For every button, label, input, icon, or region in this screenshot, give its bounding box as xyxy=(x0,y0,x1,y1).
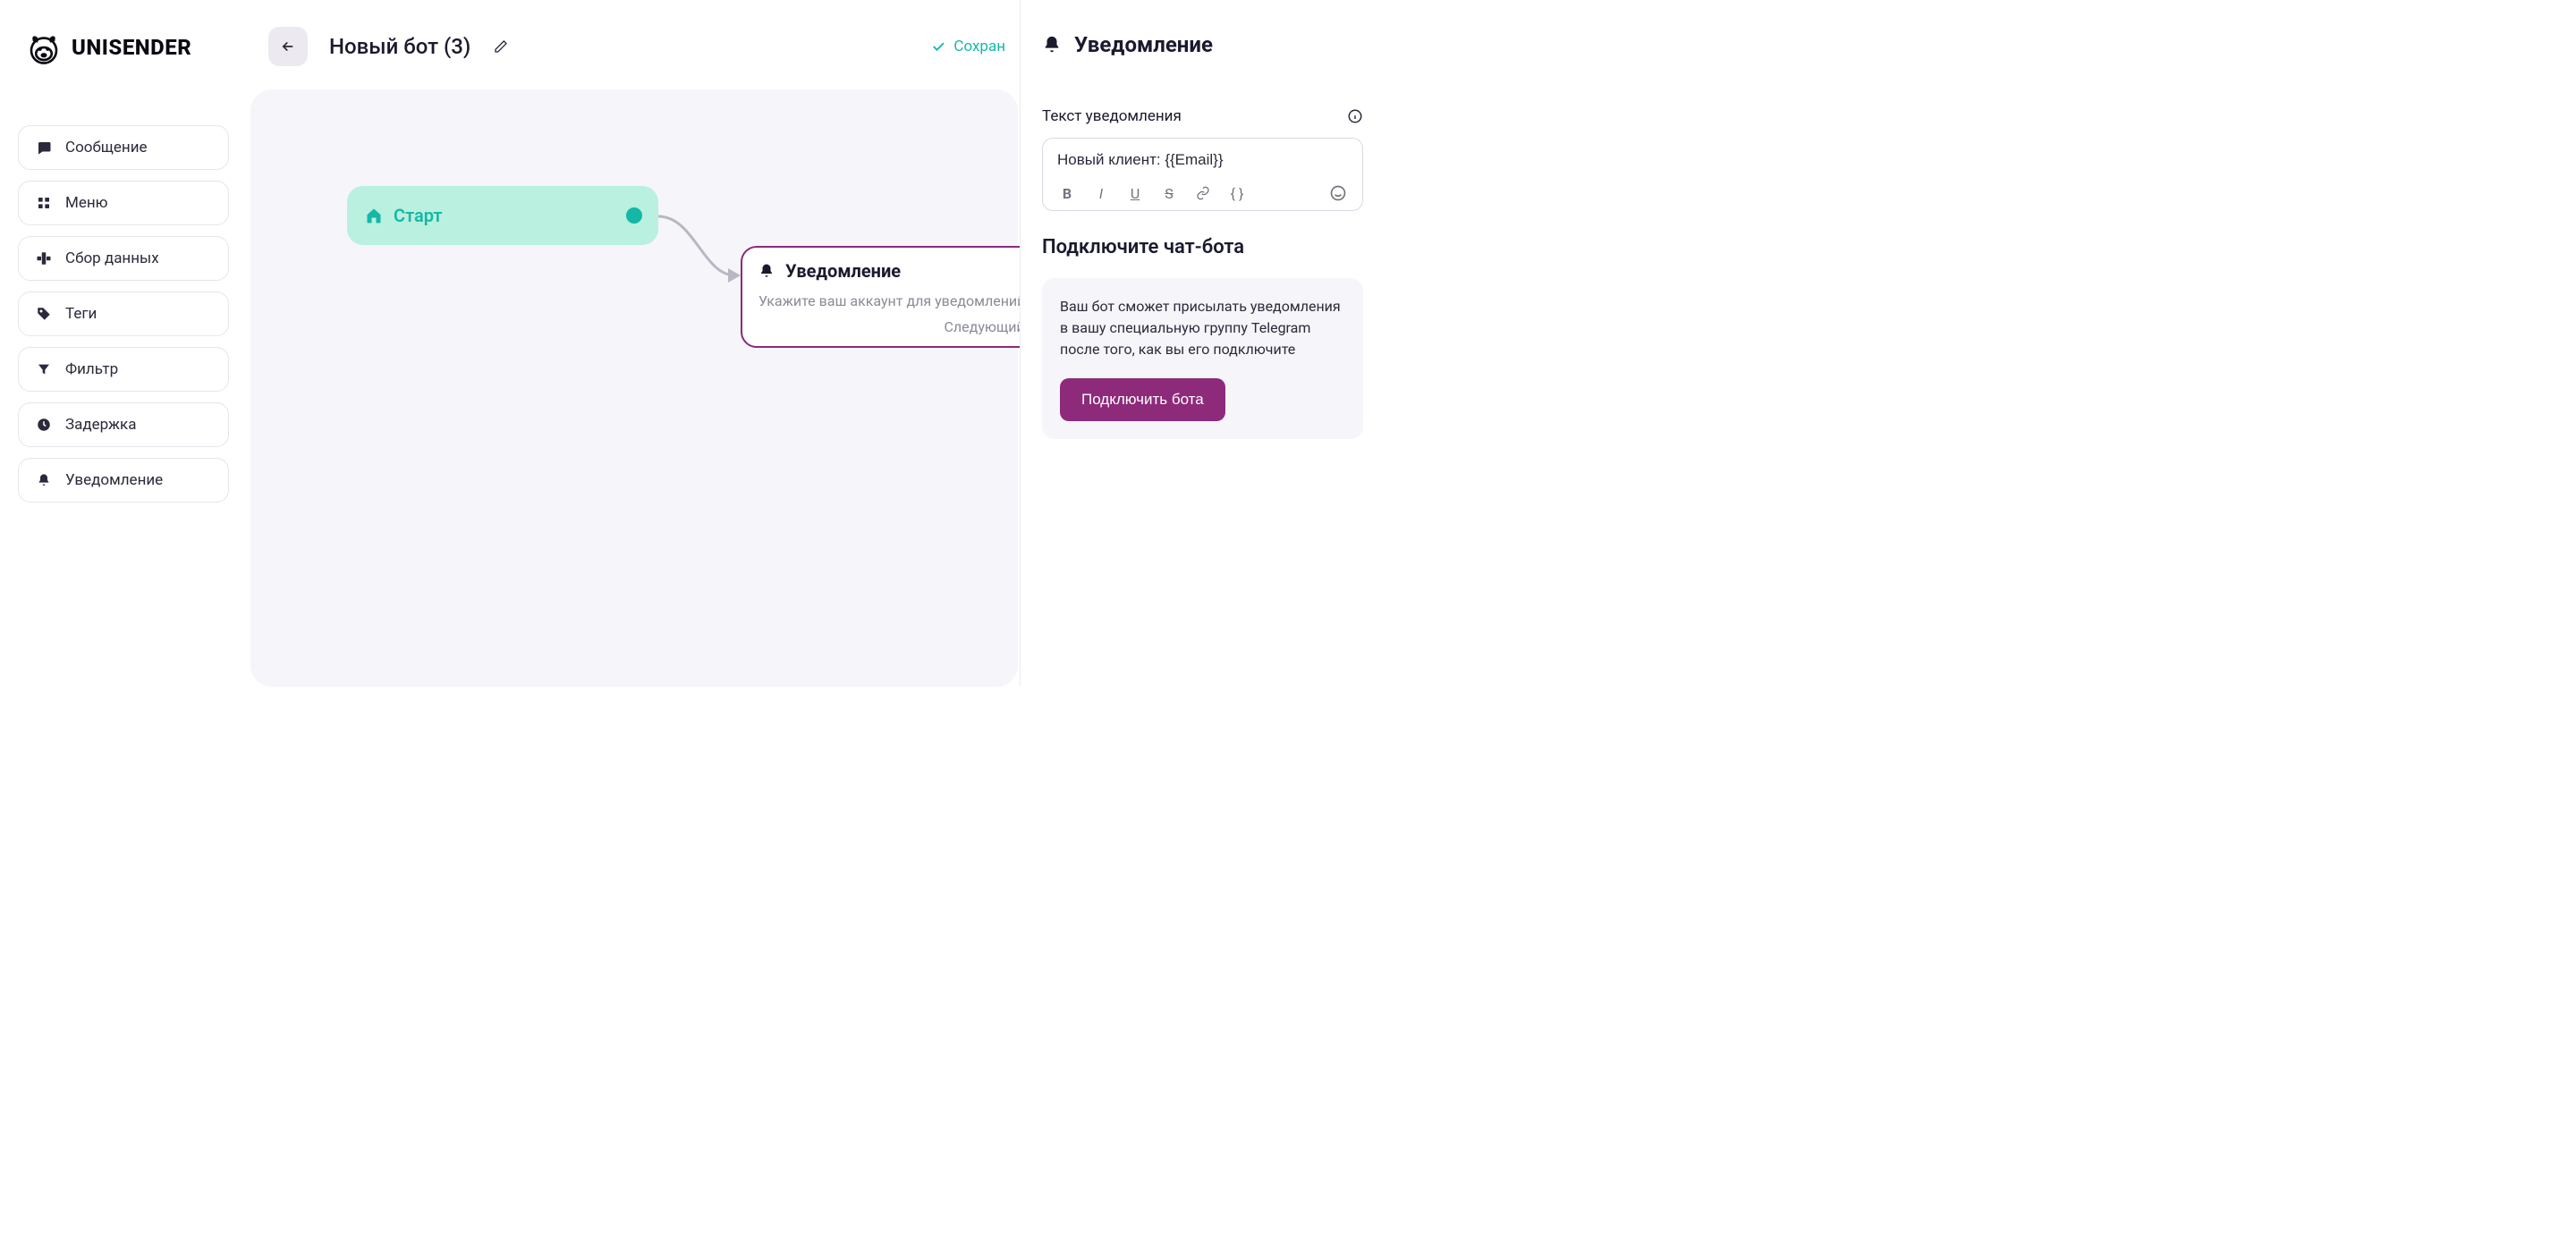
brand-name: UNISENDER xyxy=(72,35,191,60)
palette-item-delay[interactable]: Задержка xyxy=(18,402,229,447)
clock-icon xyxy=(35,416,53,434)
node-next-step[interactable]: Следующий шаг xyxy=(758,318,1054,335)
variable-button[interactable]: { } xyxy=(1227,183,1247,203)
palette-label: Фильтр xyxy=(65,360,118,378)
node-notification-title: Уведомление xyxy=(785,260,901,282)
connect-bot-box: Ваш бот сможет присылать уведомления в в… xyxy=(1042,278,1363,439)
message-icon xyxy=(35,139,53,156)
palette-label: Сообщение xyxy=(65,139,148,156)
link-button[interactable] xyxy=(1193,183,1213,203)
palette-label: Сбор данных xyxy=(65,249,159,267)
palette-item-notification[interactable]: Уведомление xyxy=(18,458,229,503)
flow-connector xyxy=(658,215,744,286)
node-notification-hint: Укажите ваш аккаунт для уведомлений xyxy=(758,292,1054,309)
connect-bot-button[interactable]: Подключить бота xyxy=(1060,378,1225,421)
save-status: Сохран xyxy=(930,38,1005,55)
filter-icon xyxy=(35,360,53,378)
palette-label: Меню xyxy=(65,194,108,212)
palette-item-tags[interactable]: Теги xyxy=(18,292,229,336)
flow-canvas[interactable]: Старт Уведомление Укажите ваш аккаунт дл… xyxy=(250,89,1018,687)
form-icon xyxy=(35,249,53,267)
text-toolbar: B I U S { } xyxy=(1057,183,1348,203)
check-icon xyxy=(930,38,946,55)
node-start[interactable]: Старт xyxy=(347,186,658,245)
italic-button[interactable]: I xyxy=(1091,183,1111,203)
connect-heading: Подключите чат-бота xyxy=(1042,236,1363,258)
info-icon[interactable] xyxy=(1347,108,1363,124)
palette-item-message[interactable]: Сообщение xyxy=(18,125,229,170)
palette-item-data[interactable]: Сбор данных xyxy=(18,236,229,281)
home-icon xyxy=(365,207,383,224)
palette-label: Уведомление xyxy=(65,471,163,489)
palette-label: Задержка xyxy=(65,416,137,434)
properties-panel: Уведомление Текст уведомления B I U S { … xyxy=(1020,0,1385,687)
palette-item-filter[interactable]: Фильтр xyxy=(18,347,229,392)
tag-icon xyxy=(35,305,53,323)
underline-button[interactable]: U xyxy=(1125,183,1145,203)
text-field-label: Текст уведомления xyxy=(1042,107,1182,125)
panel-title: Уведомление xyxy=(1074,32,1213,57)
back-button[interactable] xyxy=(268,27,308,66)
pencil-icon xyxy=(494,39,508,54)
bold-button[interactable]: B xyxy=(1057,183,1077,203)
page-title: Новый бот (3) xyxy=(329,34,470,59)
strikethrough-button[interactable]: S xyxy=(1159,183,1179,203)
notification-text-input[interactable] xyxy=(1057,151,1348,169)
save-status-text: Сохран xyxy=(953,38,1005,55)
node-start-label: Старт xyxy=(394,205,442,226)
grid-icon xyxy=(35,194,53,212)
arrow-left-icon xyxy=(280,38,296,55)
block-palette: Сообщение Меню Сбор данных Теги Фильтр З… xyxy=(18,125,229,503)
palette-label: Теги xyxy=(65,305,97,323)
notification-text-editor[interactable]: B I U S { } xyxy=(1042,138,1363,211)
node-output-port[interactable] xyxy=(626,207,642,224)
bell-icon xyxy=(1042,34,1062,55)
bell-icon xyxy=(35,471,53,489)
edit-title-button[interactable] xyxy=(492,38,510,55)
bell-icon xyxy=(758,262,775,280)
connect-description: Ваш бот сможет присылать уведомления в в… xyxy=(1060,296,1345,360)
brand-logo[interactable]: UNISENDER xyxy=(25,29,191,66)
palette-item-menu[interactable]: Меню xyxy=(18,181,229,225)
logo-icon xyxy=(25,29,63,66)
emoji-button[interactable] xyxy=(1328,183,1348,203)
